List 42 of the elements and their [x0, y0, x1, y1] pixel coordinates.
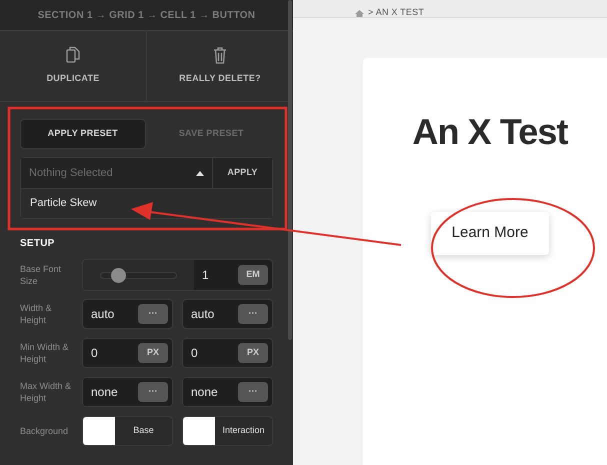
field-value: auto [191, 306, 214, 323]
dropdown-placeholder: Nothing Selected [29, 166, 113, 181]
home-icon [355, 10, 364, 17]
unit-button[interactable]: ··· [238, 382, 268, 402]
unit-button[interactable]: PX [238, 343, 268, 363]
value-field[interactable]: none ··· [82, 377, 173, 407]
property-label: Base Font Size [20, 263, 62, 287]
learn-more-button[interactable]: Learn More [431, 212, 549, 255]
value-field[interactable]: 0 PX [82, 338, 173, 368]
section-heading: SETUP [20, 237, 56, 251]
property-label: Background [20, 425, 70, 437]
trash-icon [213, 46, 227, 64]
unit-button[interactable]: ··· [138, 304, 168, 324]
property-label: Width & Height [20, 302, 53, 326]
field-value: 0 [91, 345, 98, 362]
field-value: none [191, 384, 218, 401]
value-field[interactable]: 0 PX [182, 338, 273, 368]
field-value: none [91, 384, 118, 401]
copy-icon [66, 46, 80, 64]
unit-button[interactable]: ··· [238, 304, 268, 324]
color-picker[interactable]: Interaction [182, 416, 273, 446]
property-label: Min Width & Height [20, 341, 70, 365]
page-heading: An X Test [412, 114, 568, 150]
unit-button[interactable]: EM [238, 265, 268, 285]
property-label: Max Width & Height [20, 380, 72, 404]
value-field[interactable]: auto ··· [82, 299, 173, 329]
field-value: 1 [202, 267, 209, 284]
element-path: SECTION 1 → GRID 1 → CELL 1 → BUTTON [38, 8, 256, 22]
field-value: auto [91, 306, 114, 323]
color-picker[interactable]: Base [82, 416, 173, 446]
page-path: > AN X TEST [368, 8, 424, 17]
swatch-label: Base [132, 424, 155, 438]
slider-thumb[interactable] [110, 268, 126, 282]
preset-tab[interactable]: APPLY PRESET [20, 119, 146, 149]
dropdown-option[interactable]: Particle Skew [21, 188, 272, 218]
field-value: 0 [191, 345, 198, 362]
value-field[interactable]: auto ··· [182, 299, 273, 329]
unit-button[interactable]: ··· [138, 382, 168, 402]
action-button[interactable]: DUPLICATE [0, 31, 146, 101]
swatch-label: Interaction [221, 424, 266, 438]
unit-button[interactable]: PX [138, 343, 168, 363]
value-field[interactable]: none ··· [182, 377, 273, 407]
